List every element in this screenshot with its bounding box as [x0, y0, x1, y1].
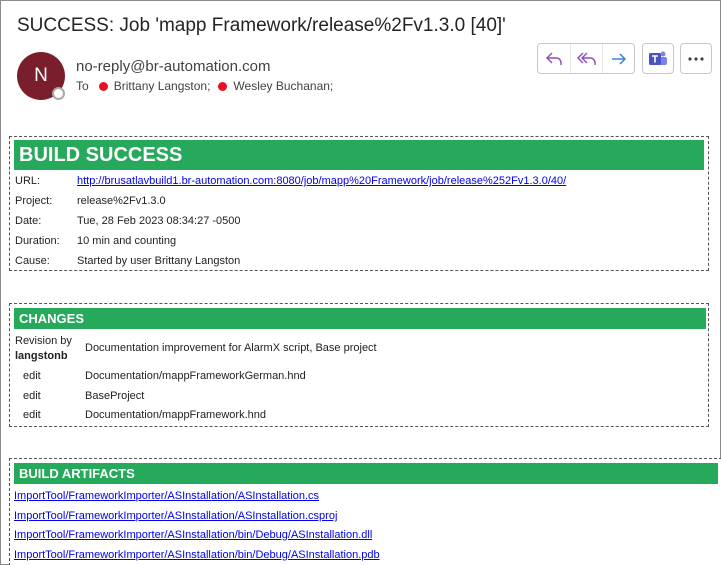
- forward-button[interactable]: [602, 44, 634, 73]
- more-actions-button[interactable]: [680, 43, 712, 74]
- sender-initial: N: [34, 65, 48, 86]
- cause-label: Cause:: [15, 255, 50, 267]
- forward-icon: [611, 53, 626, 64]
- duration-label: Duration:: [15, 235, 60, 247]
- change-action: edit: [23, 409, 41, 421]
- changes-header: CHANGES: [14, 308, 706, 329]
- more-icon: [688, 56, 704, 61]
- change-path: Documentation/mappFramework.hnd: [85, 409, 266, 421]
- reply-actions: [537, 43, 635, 74]
- reply-button[interactable]: [538, 44, 570, 73]
- email-subject: SUCCESS: Job 'mapp Framework/release%2Fv…: [17, 15, 506, 36]
- change-action: edit: [23, 370, 41, 382]
- reply-all-button[interactable]: [570, 44, 602, 73]
- changes-section: CHANGES Revision by langstonb Documentat…: [9, 303, 709, 427]
- project-label: Project:: [15, 195, 53, 207]
- recipient-name: Wesley Buchanan;: [233, 79, 334, 93]
- duration-value: 10 min and counting: [77, 235, 177, 247]
- reply-all-icon: [576, 52, 596, 65]
- recipient[interactable]: Brittany Langston;: [98, 79, 211, 93]
- artifact-link[interactable]: ImportTool/FrameworkImporter/ASInstallat…: [14, 510, 337, 522]
- teams-button[interactable]: [642, 43, 674, 74]
- recipient-name: Brittany Langston;: [113, 79, 211, 93]
- revision-info: Revision by langstonb: [15, 334, 72, 364]
- date-value: Tue, 28 Feb 2023 08:34:27 -0500: [77, 215, 241, 227]
- commit-message: Documentation improvement for AlarmX scr…: [85, 342, 377, 354]
- reply-icon: [546, 52, 562, 65]
- teams-icon: [649, 51, 667, 65]
- change-path: BaseProject: [85, 390, 145, 402]
- build-url-link[interactable]: http://brusatlavbuild1.br-automation.com…: [77, 175, 566, 187]
- revision-label: Revision by: [15, 335, 72, 347]
- presence-status-icon: [52, 87, 65, 100]
- artifact-link[interactable]: ImportTool/FrameworkImporter/ASInstallat…: [14, 490, 319, 502]
- artifact-link[interactable]: ImportTool/FrameworkImporter/ASInstallat…: [14, 529, 372, 541]
- change-action: edit: [23, 390, 41, 402]
- revision-author: langstonb: [15, 350, 68, 362]
- project-value: release%2Fv1.3.0: [77, 195, 166, 207]
- url-label: URL:: [15, 175, 41, 187]
- presence-busy-icon: [98, 81, 108, 91]
- email-window: SUCCESS: Job 'mapp Framework/release%2Fv…: [0, 0, 721, 565]
- build-summary-section: BUILD SUCCESS URL: http://brusatlavbuild…: [9, 136, 709, 271]
- cause-value: Started by user Brittany Langston: [77, 255, 241, 267]
- artifact-link[interactable]: ImportTool/FrameworkImporter/ASInstallat…: [14, 549, 380, 561]
- artifacts-section: BUILD ARTIFACTS ImportTool/FrameworkImpo…: [9, 458, 721, 565]
- artifacts-header: BUILD ARTIFACTS: [14, 463, 718, 484]
- recipients-line: To Brittany Langston; Wesley Buchanan;: [76, 79, 341, 93]
- build-status-header: BUILD SUCCESS: [14, 140, 704, 170]
- change-path: Documentation/mappFrameworkGerman.hnd: [85, 370, 306, 382]
- recipient[interactable]: Wesley Buchanan;: [218, 79, 333, 93]
- presence-busy-icon: [218, 81, 228, 91]
- sender-address[interactable]: no-reply@br-automation.com: [76, 58, 270, 75]
- to-label: To: [76, 79, 89, 93]
- date-label: Date:: [15, 215, 42, 227]
